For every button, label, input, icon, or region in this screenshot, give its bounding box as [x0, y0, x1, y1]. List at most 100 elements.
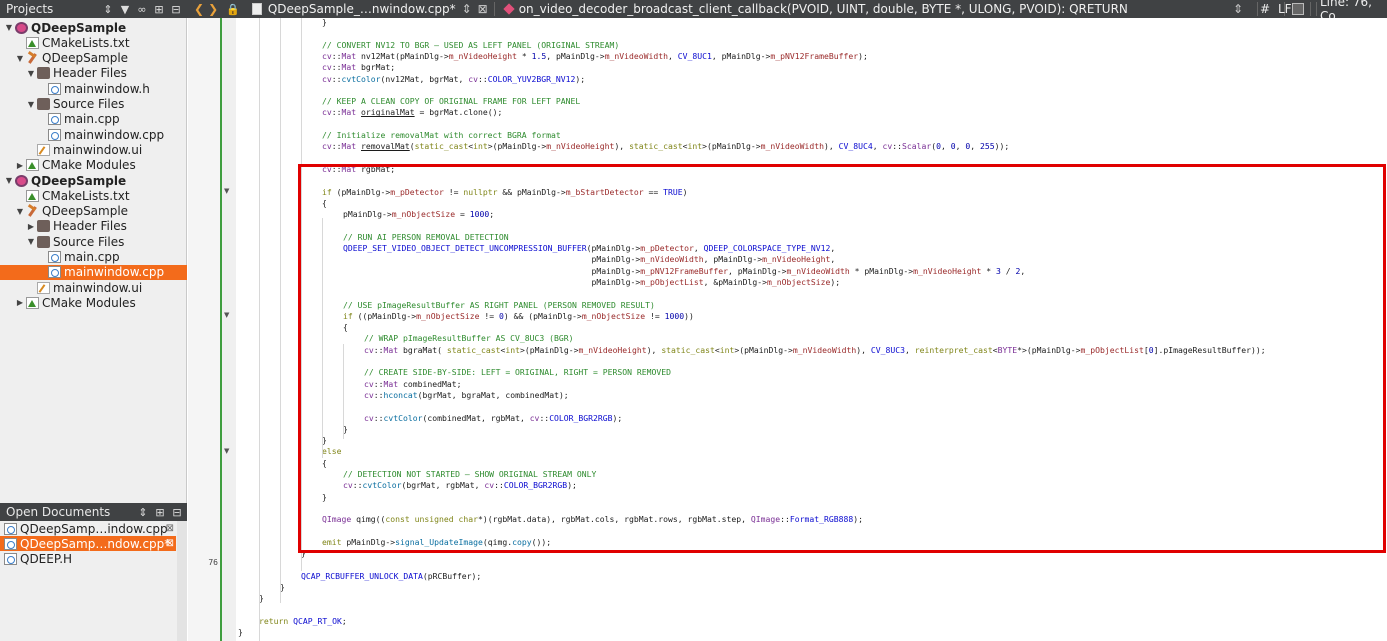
code-line: // RUN AI PERSON REMOVAL DETECTION — [343, 231, 509, 242]
tree-item-label: mainwindow.cpp — [64, 265, 165, 280]
sort-icon[interactable]: ⇕ — [101, 3, 115, 16]
close-pane-icon[interactable]: ⊟ — [169, 3, 183, 16]
projects-title: Projects — [6, 2, 54, 16]
expand-arrow-icon[interactable]: ▼ — [4, 176, 14, 185]
tree-item[interactable]: ▶ CMake Modules — [0, 158, 187, 173]
tree-item[interactable]: main.cpp — [0, 250, 187, 265]
tree-item[interactable]: ▼ QDeepSample — [0, 204, 187, 219]
expand-arrow-icon[interactable]: ▼ — [4, 23, 14, 32]
forward-arrow-icon[interactable]: ❯ — [208, 2, 218, 16]
projects-pane-header: Projects ⇕ ▼ ∞ ⊞ ⊟ — [0, 0, 186, 18]
split-icon[interactable]: ⊞ — [153, 506, 167, 519]
expand-arrow-icon[interactable]: ▼ — [26, 100, 36, 109]
tree-item[interactable]: ▶ CMake Modules — [0, 295, 187, 310]
fold-marker-icon[interactable]: ▼ — [224, 187, 229, 195]
code-line: QDEEP_SET_VIDEO_OBJECT_DETECT_UNCOMPRESS… — [343, 243, 836, 253]
tree-item[interactable]: ▼ Source Files — [0, 234, 187, 249]
code-line: cv::cvtColor(bgrMat, rgbMat, cv::COLOR_B… — [343, 480, 577, 491]
tree-item[interactable]: CMakeLists.txt — [0, 35, 187, 50]
tree-item[interactable]: ▼ QDeepSample — [0, 20, 187, 35]
collapse-arrow-icon[interactable]: ▶ — [26, 222, 36, 231]
toolbar-separator-4 — [1310, 2, 1311, 16]
close-document-icon[interactable]: ⊠ — [166, 523, 174, 534]
symbol-icon — [503, 3, 515, 15]
encoding-icon[interactable] — [1292, 3, 1304, 15]
tree-item[interactable]: mainwindow.h — [0, 81, 187, 96]
code-line: } — [322, 18, 327, 27]
close-document-icon[interactable]: ⊠ — [166, 538, 174, 549]
link-icon[interactable]: ∞ — [135, 3, 149, 16]
tree-item[interactable]: mainwindow.ui — [0, 280, 187, 295]
code-line: // CREATE SIDE-BY-SIDE: LEFT = ORIGINAL,… — [364, 367, 671, 378]
tree-item-label: CMake Modules — [42, 295, 136, 310]
tree-item[interactable]: ▶ Header Files — [0, 219, 187, 234]
code-line: cv::cvtColor(nv12Mat, bgrMat, cv::COLOR_… — [322, 73, 586, 84]
tree-item[interactable]: mainwindow.ui — [0, 142, 187, 157]
indent-guide — [322, 218, 323, 458]
hammer-icon — [26, 205, 39, 217]
collapse-arrow-icon[interactable]: ▶ — [15, 298, 25, 307]
expand-arrow-icon[interactable]: ▼ — [15, 207, 25, 216]
expand-arrow-icon[interactable]: ▼ — [15, 54, 25, 63]
open-document-item[interactable]: QDeepSamp…indow.cpp ⊠ — [0, 521, 176, 536]
code-line: cv::Mat rgbMat; — [322, 163, 396, 174]
folder-icon — [37, 235, 50, 248]
file-name-combo[interactable]: QDeepSample_…nwindow.cpp* — [268, 2, 456, 16]
code-line: } — [238, 627, 243, 638]
open-document-item[interactable]: QDEEP.H — [0, 552, 176, 567]
tree-item[interactable]: mainwindow.cpp — [0, 127, 187, 142]
expand-arrow-icon[interactable]: ▼ — [26, 69, 36, 78]
open-document-item[interactable]: QDeepSamp…ndow.cpp* ⊠ — [0, 536, 176, 552]
tree-item-label: mainwindow.h — [64, 81, 150, 96]
tree-item[interactable]: ▼ QDeepSample — [0, 173, 187, 188]
split-icon[interactable]: ⊞ — [152, 3, 166, 16]
tree-item-label: QDeepSample — [31, 173, 127, 188]
code-line: // DETECTION NOT STARTED – SHOW ORIGINAL… — [343, 469, 597, 479]
cpp-file-icon — [4, 553, 17, 566]
code-line: cv::Mat combinedMat; — [364, 378, 462, 389]
open-documents-scrollbar[interactable] — [177, 521, 187, 641]
tree-item-label: Source Files — [53, 97, 125, 111]
close-file-icon[interactable]: ⊠ — [478, 2, 488, 16]
open-documents-header: Open Documents ⇕ ⊞ ⊟ — [0, 503, 187, 521]
code-line: // WRAP pImageResultBuffer AS CV_8UC3 (B… — [364, 333, 574, 344]
expand-arrow-icon[interactable]: ▼ — [26, 237, 36, 246]
code-line: // KEEP A CLEAN COPY OF ORIGINAL FRAME F… — [322, 96, 581, 107]
hash-indicator[interactable]: # — [1260, 2, 1270, 16]
back-arrow-icon[interactable]: ❮ — [194, 2, 204, 16]
sort-icon[interactable]: ⇕ — [136, 506, 150, 519]
tree-item-label: Header Files — [53, 219, 127, 234]
tree-item[interactable]: mainwindow.cpp — [0, 264, 187, 280]
tree-item-label: mainwindow.cpp — [64, 127, 165, 142]
lock-icon[interactable]: 🔒 — [226, 3, 240, 16]
open-documents-title: Open Documents — [6, 505, 111, 519]
tree-item-label: CMakeLists.txt — [42, 35, 130, 50]
close-pane-icon[interactable]: ⊟ — [170, 506, 184, 519]
code-line: pMainDlg->m_pNV12FrameBuffer, pMainDlg->… — [343, 265, 1026, 276]
tree-item[interactable]: CMakeLists.txt — [0, 188, 187, 203]
cmake-modules-icon — [26, 159, 39, 172]
code-line: emit pMainDlg->signal_UpdateImage(qimg.c… — [322, 536, 552, 547]
filter-icon[interactable]: ▼ — [118, 3, 132, 16]
fold-marker-icon[interactable]: ▼ — [224, 447, 229, 455]
qt-project-icon — [15, 21, 28, 34]
line-ending-indicator[interactable]: LF — [1278, 2, 1292, 16]
code-line: pMainDlg->m_pObjectList, &pMainDlg->m_nO… — [343, 276, 841, 287]
code-editor[interactable]: 76 ▼ ▼ ▼ } // CONVERT NV12 TO BGR – USED … — [188, 18, 1387, 641]
tree-item[interactable]: main.cpp — [0, 112, 187, 127]
symbol-combo[interactable]: on_video_decoder_broadcast_client_callba… — [519, 2, 1128, 16]
collapse-arrow-icon[interactable]: ▶ — [15, 161, 25, 170]
current-line-number: 76 — [208, 558, 218, 567]
tree-item-label: mainwindow.ui — [53, 280, 143, 295]
file-combo-arrow-icon[interactable]: ⇕ — [462, 2, 472, 16]
folder-icon — [37, 98, 50, 110]
tree-item[interactable]: ▼ Header Files — [0, 66, 187, 81]
folder-icon — [37, 220, 50, 233]
tree-item[interactable]: ▼ QDeepSample — [0, 51, 187, 66]
fold-marker-icon[interactable]: ▼ — [224, 311, 229, 319]
symbol-combo-arrow-icon[interactable]: ⇕ — [1233, 2, 1243, 16]
tree-item[interactable]: ▼ Source Files — [0, 97, 187, 112]
qt-project-icon — [15, 174, 28, 187]
code-line: // USE pImageResultBuffer AS RIGHT PANEL… — [343, 299, 655, 310]
tree-item-label: QDeepSample — [42, 204, 129, 219]
